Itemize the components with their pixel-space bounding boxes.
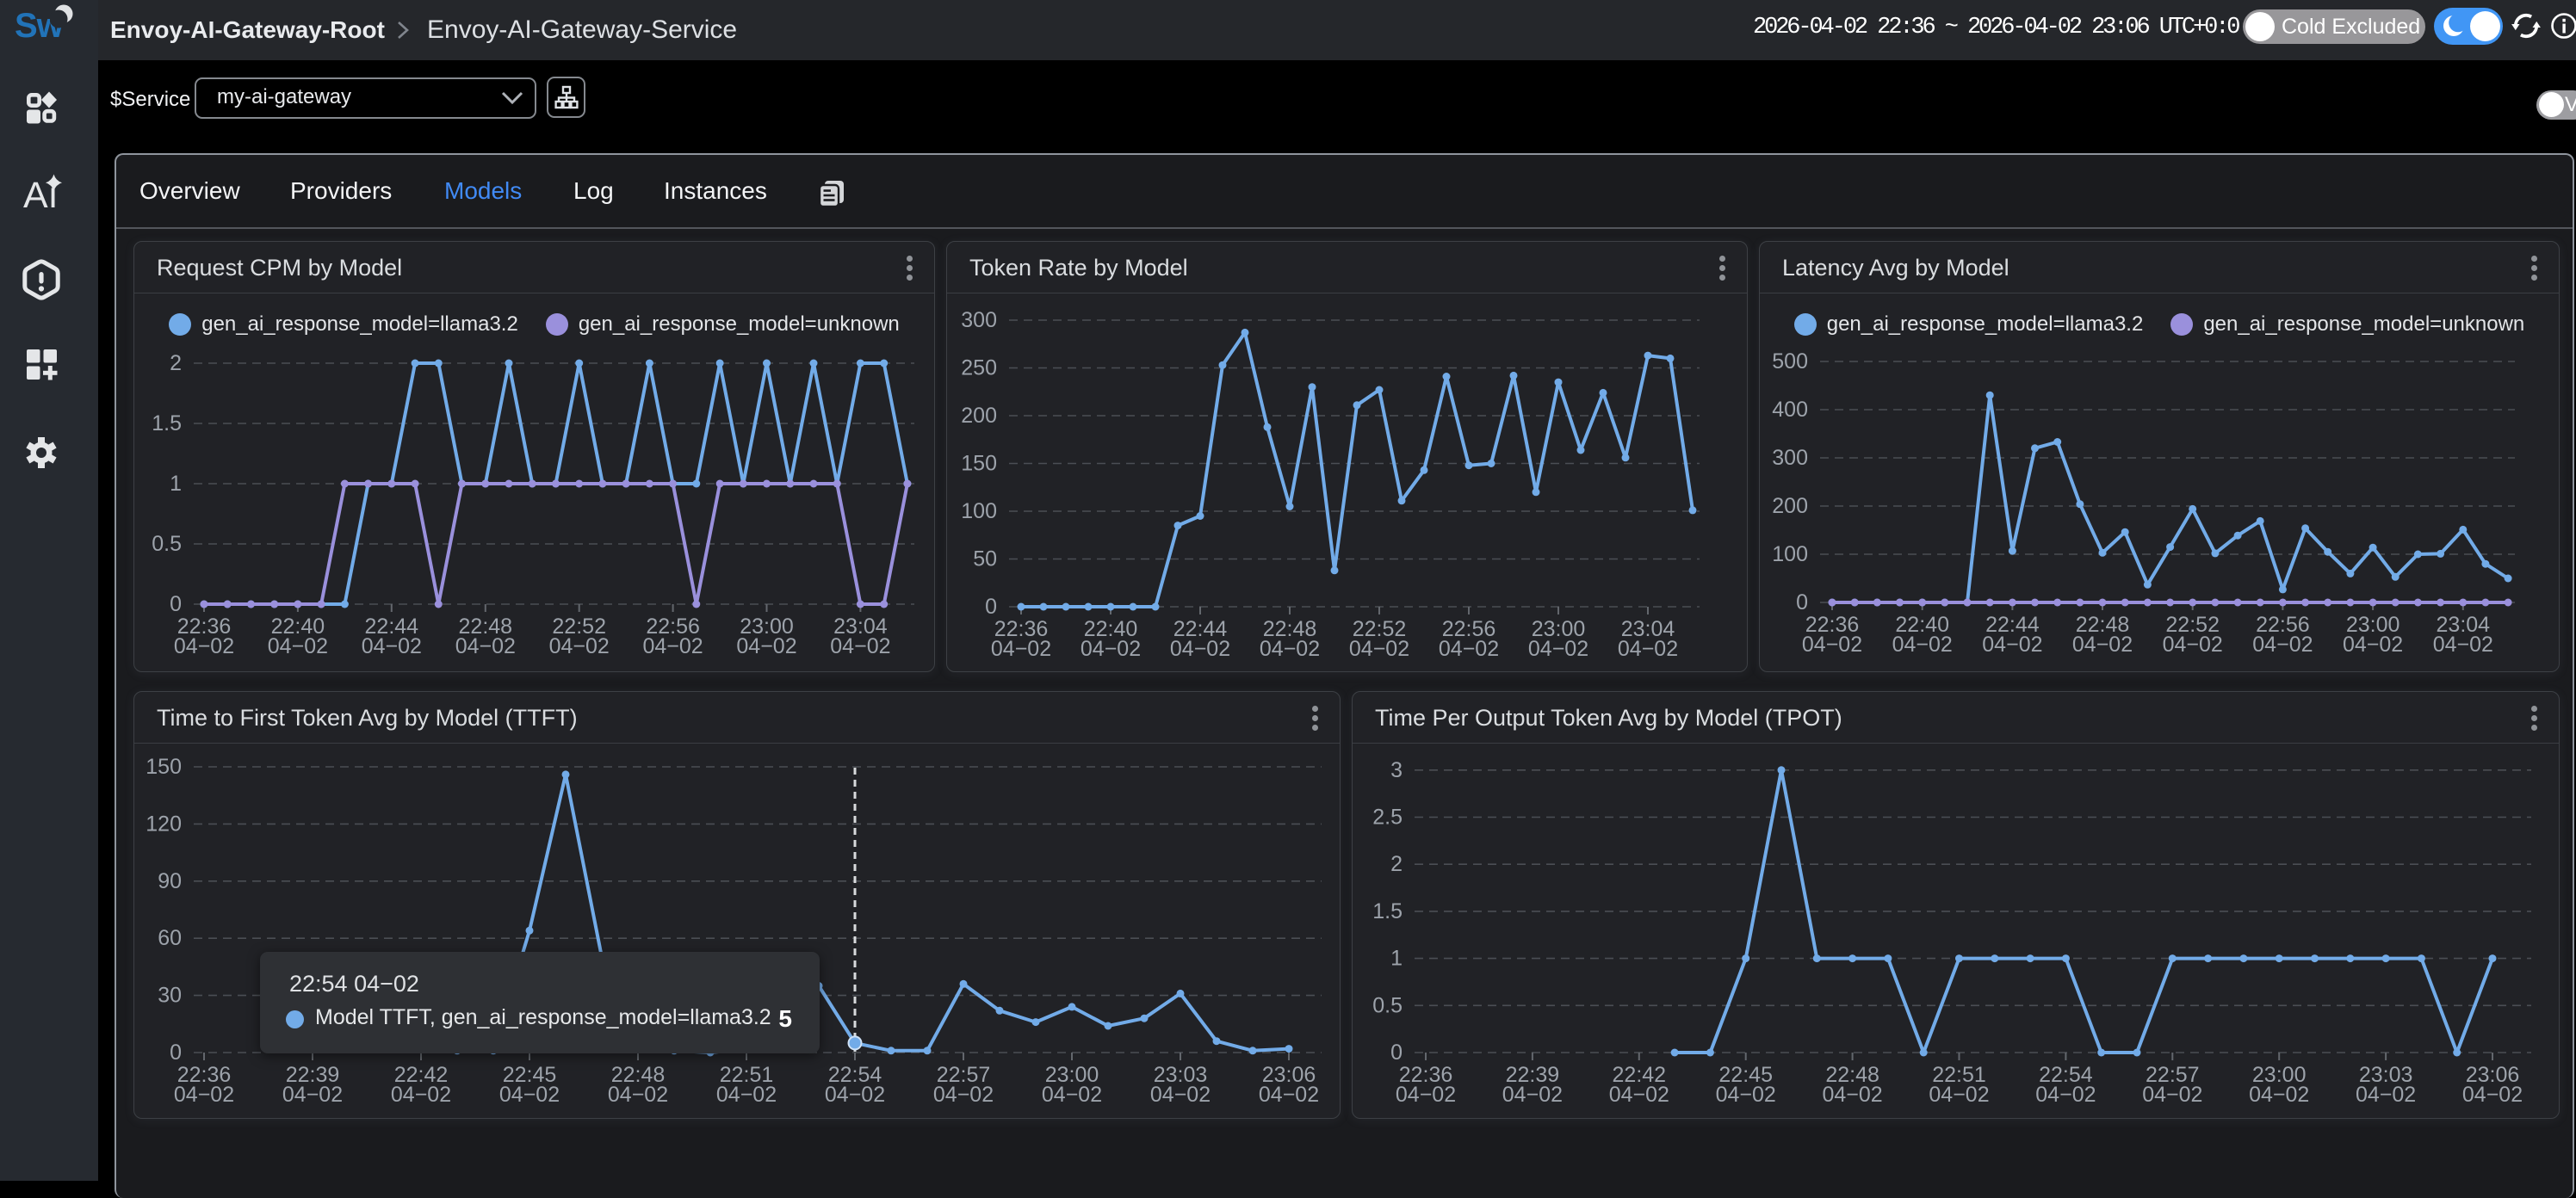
svg-text:1: 1 [1390,947,1403,971]
svg-text:04−02: 04−02 [2142,1083,2202,1107]
svg-text:3: 3 [1390,758,1403,782]
svg-text:04−02: 04−02 [1502,1083,1563,1107]
svg-text:04−02: 04−02 [2035,1083,2096,1107]
svg-text:04−02: 04−02 [2462,1083,2523,1107]
svg-text:04−02: 04−02 [1716,1083,1776,1107]
svg-text:04−02: 04−02 [1609,1083,1669,1107]
svg-text:04−02: 04−02 [1822,1083,1882,1107]
svg-text:04−02: 04−02 [2356,1083,2416,1107]
svg-text:2: 2 [1390,852,1403,876]
svg-text:04−02: 04−02 [1396,1083,1456,1107]
svg-text:1.5: 1.5 [1372,899,1403,923]
svg-text:2.5: 2.5 [1372,806,1403,830]
svg-text:0.5: 0.5 [1372,993,1403,1017]
svg-text:04−02: 04−02 [2249,1083,2309,1107]
svg-text:04−02: 04−02 [1929,1083,1989,1107]
svg-text:0: 0 [1390,1041,1403,1065]
